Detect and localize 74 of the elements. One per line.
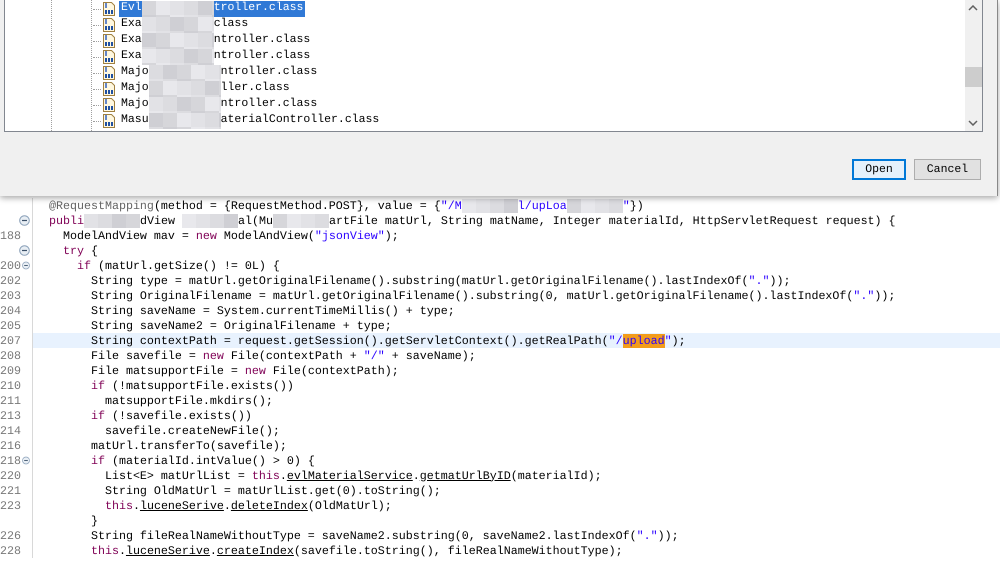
code-line: String type = matUrl.getOriginalFilename().substring(matUrl.getOriginalFilename().lastIndexOf(".")); [90,273,792,288]
code-line: matUrl.transferTo(savefile); [90,438,288,453]
line-number: 209 [0,364,21,378]
redaction-blur [566,198,623,212]
dialog-button[interactable]: Cancel [914,159,981,180]
redaction-blur [84,214,140,228]
binary-file-icon [101,81,117,97]
code-line: String OriginalFilename = matUrl.getOriginalFilename().substring(0, matUrl.getOriginalFilename().lastIndexOf(".")); [90,288,896,303]
code-line: if (!savefile.exists()) [90,408,253,423]
code-line: String OldMatUrl = matUrlList.get(0).toString(); [104,483,442,498]
code-line: matsupportFile.mkdirs(); [104,393,274,408]
line-number: 188 [0,228,21,242]
line-number: 204 [0,304,21,318]
scroll-down-icon[interactable] [968,120,978,126]
code-line: if (materialId.intValue() > 0) { [90,453,316,468]
collapse-icon[interactable] [22,260,30,271]
code-line: this.luceneSerive.createIndex(savefile.toString(), fileRealNameWithoutType); [90,543,624,558]
code-line: } [90,513,99,528]
redaction-blur [462,198,518,212]
binary-file-icon [101,113,117,129]
scrollbar[interactable] [965,0,982,131]
code-line: String saveName2 = OriginalFilename + type; [90,318,393,333]
dialog-button[interactable]: Open [852,159,906,180]
redaction-blur [272,214,329,228]
line-number: 220 [0,468,21,482]
code-line: File matsupportFile = new File(contextPath); [90,363,400,378]
line-number: 211 [0,394,21,408]
tree-item[interactable]: Majo ntroller.class [119,97,320,113]
code-line: publi dView al(Mu artFile matUrl, String matName, Integer materialId, HttpServletRequest request) { [48,213,897,228]
code-line: try { [62,243,99,258]
line-number: 223 [0,498,21,512]
code-line: if (!matsupportFile.exists()) [90,378,295,393]
tree-item[interactable]: Evl troller.class [119,1,306,17]
line-number: 228 [0,544,21,558]
code-line: String saveName = System.currentTimeMillis() + type; [90,303,456,318]
line-number: 208 [0,348,21,362]
tree-item[interactable]: Exa ntroller.class [119,33,312,49]
line-number: 213 [0,408,21,422]
line-number: 214 [0,424,21,438]
binary-file-icon [101,1,117,17]
line-number: 216 [0,438,21,452]
scroll-up-icon[interactable] [968,5,978,11]
binary-file-icon [101,49,117,65]
binary-file-icon [101,97,117,113]
line-number: 226 [0,528,21,542]
line-number: 218 [0,454,21,468]
binary-file-icon [101,65,117,81]
code-line: File savefile = new File(contextPath + "/" + saveName); [90,348,477,363]
line-number: 221 [0,484,21,498]
line-number: 203 [0,288,21,302]
code-line: savefile.createNewFile(); [104,423,281,438]
code-line: if (matUrl.getSize() != 0L) { [76,258,281,273]
binary-file-icon [101,33,117,49]
line-number: 202 [0,274,21,288]
tree-item[interactable]: Majo ntroller.class [119,65,320,81]
redaction-blur [182,214,238,228]
code-line: @RequestMapping(method = {RequestMethod.POST}, value = {"/M l/upLoa "}) [48,198,645,213]
tree-item[interactable]: Masu aterialController.class [119,113,382,129]
line-number: 200 [0,258,21,272]
tree-item[interactable]: Majo ller.class [119,81,292,97]
collapse-icon[interactable] [19,215,30,226]
collapse-icon[interactable] [22,455,30,466]
code-line: ModelAndView mav = new ModelAndView("jsonView"); [62,228,400,243]
line-number: 207 [0,334,21,348]
binary-file-icon [101,17,117,33]
tree-item[interactable]: Exa class [119,17,250,33]
line-number: 205 [0,318,21,332]
line-number: 210 [0,378,21,392]
scrollbar-thumb[interactable] [965,67,982,87]
code-line: this.luceneSerive.deleteIndex(OldMatUrl); [104,498,393,513]
code-line: List<E> matUrlList = this.evlMaterialService.getmatUrlByID(materialId); [104,468,603,483]
collapse-icon[interactable] [19,245,30,256]
code-line: String fileRealNameWithoutType = saveName2.substring(0, saveName2.lastIndexOf(".")); [90,528,680,543]
tree-item[interactable]: Exa ntroller.class [119,49,312,65]
